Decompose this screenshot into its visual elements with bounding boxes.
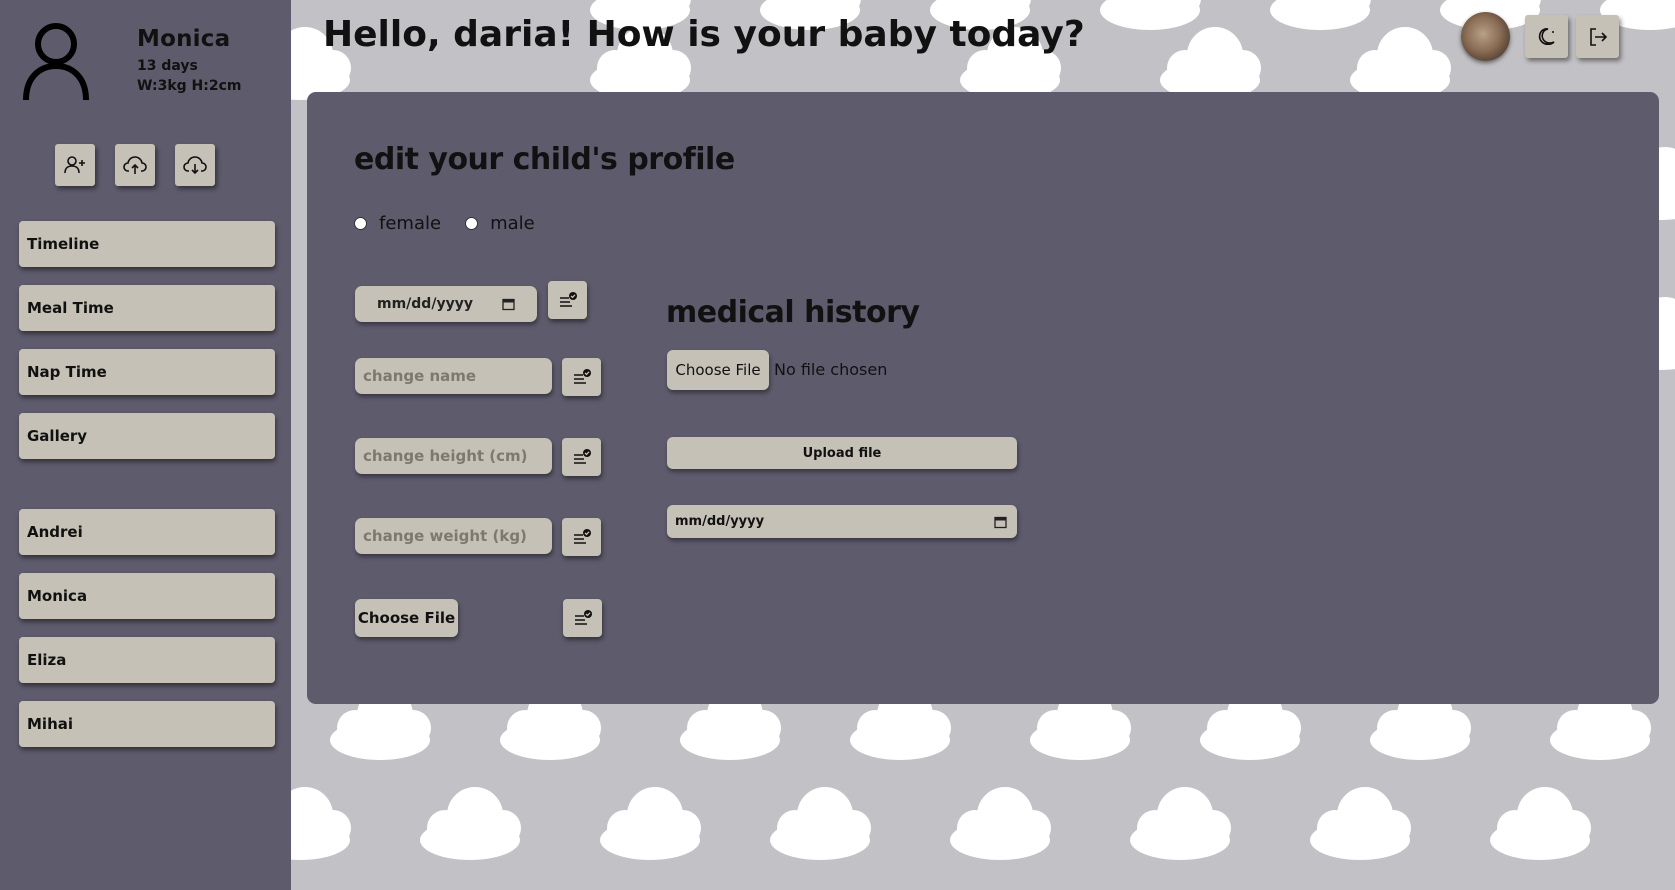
calendar-icon — [994, 516, 1007, 528]
change-name-input[interactable]: change name — [355, 358, 552, 394]
list-check-icon — [573, 369, 591, 384]
medical-date-placeholder: mm/dd/yyyy — [675, 514, 765, 529]
moon-icon — [1538, 27, 1555, 45]
cloud-upload-button[interactable] — [115, 144, 155, 186]
birthdate-input[interactable]: mm/dd/yyyy — [355, 286, 537, 322]
logout-button[interactable] — [1576, 15, 1619, 58]
list-check-icon — [574, 610, 592, 625]
cloud-download-button[interactable] — [175, 144, 215, 186]
change-weight-placeholder: change weight (kg) — [363, 527, 527, 545]
change-height-input[interactable]: change height (cm) — [355, 438, 552, 474]
save-weight-button[interactable] — [562, 518, 601, 556]
calendar-icon — [502, 298, 515, 311]
no-file-chosen-text: No file chosen — [774, 360, 888, 379]
sidebar: Monica 13 days W:3kg H:2cm Timeline Meal… — [0, 0, 291, 890]
change-height-placeholder: change height (cm) — [363, 447, 528, 465]
radio-female[interactable] — [354, 217, 367, 230]
night-mode-button[interactable] — [1525, 15, 1568, 58]
child-item-monica[interactable]: Monica — [19, 573, 275, 619]
radio-male-label: male — [490, 213, 535, 234]
list-check-icon — [573, 449, 591, 464]
medical-date-input[interactable]: mm/dd/yyyy — [667, 505, 1017, 538]
child-age: 13 days — [137, 58, 198, 74]
nav-timeline[interactable]: Timeline — [19, 221, 275, 267]
nav-nap-time[interactable]: Nap Time — [19, 349, 275, 395]
choose-photo-button[interactable]: Choose File — [355, 599, 458, 637]
child-stats: W:3kg H:2cm — [137, 78, 242, 94]
save-birthdate-button[interactable] — [548, 281, 587, 319]
user-silhouette-icon — [23, 23, 89, 100]
radio-male[interactable] — [465, 217, 479, 230]
child-name: Monica — [137, 26, 231, 52]
change-weight-input[interactable]: change weight (kg) — [355, 518, 552, 554]
add-user-icon — [64, 156, 85, 174]
save-photo-button[interactable] — [563, 599, 602, 637]
radio-female-label: female — [379, 213, 442, 234]
gender-selector: female male — [354, 213, 535, 234]
profile-edit-panel: edit your child's profile female male mm… — [307, 92, 1659, 704]
page-greeting: Hello, daria! How is your baby today? — [323, 14, 1085, 55]
upload-file-button[interactable]: Upload file — [667, 437, 1017, 469]
birthdate-placeholder: mm/dd/yyyy — [377, 296, 473, 312]
profile-avatar[interactable] — [1461, 12, 1510, 61]
add-child-button[interactable] — [55, 144, 95, 186]
nav-meal-time[interactable]: Meal Time — [19, 285, 275, 331]
child-item-eliza[interactable]: Eliza — [19, 637, 275, 683]
child-item-mihai[interactable]: Mihai — [19, 701, 275, 747]
profile-edit-title: edit your child's profile — [354, 142, 735, 177]
list-check-icon — [559, 292, 577, 307]
medical-choose-file-button[interactable]: Choose File — [667, 350, 769, 390]
save-height-button[interactable] — [562, 438, 601, 476]
nav-gallery[interactable]: Gallery — [19, 413, 275, 459]
cloud-upload-icon — [123, 156, 147, 174]
cloud-download-icon — [183, 156, 207, 175]
save-name-button[interactable] — [562, 358, 601, 396]
list-check-icon — [573, 529, 591, 544]
logout-icon — [1589, 27, 1607, 46]
child-item-andrei[interactable]: Andrei — [19, 509, 275, 555]
change-name-placeholder: change name — [363, 367, 477, 385]
medical-history-title: medical history — [666, 295, 920, 330]
